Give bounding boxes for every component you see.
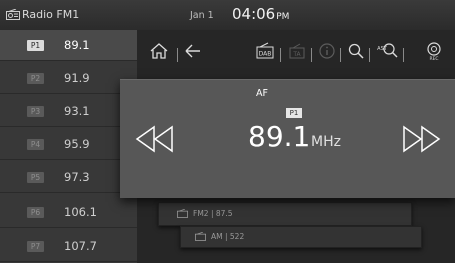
preset-item-p1[interactable]: P1 89.1 xyxy=(0,30,137,61)
seek-back-icon[interactable] xyxy=(134,124,176,154)
clock: 04:06PM xyxy=(232,5,289,23)
preset-item-p6[interactable]: P6 106.1 xyxy=(0,197,137,228)
preset-frequency: 93.1 xyxy=(64,104,90,118)
dab-label: DAB xyxy=(259,51,272,58)
fm2-band-card[interactable]: FM2 | 87.5 xyxy=(158,202,412,226)
ta-label: TA xyxy=(292,51,301,58)
info-icon[interactable] xyxy=(318,42,336,60)
preset-item-p2[interactable]: P2 91.9 xyxy=(0,63,137,94)
preset-badge: P6 xyxy=(27,207,44,218)
record-icon[interactable]: REC xyxy=(425,42,443,62)
preset-badge: P1 xyxy=(27,40,44,51)
toolbar-separator xyxy=(340,48,341,62)
seek-forward-icon[interactable] xyxy=(400,124,442,154)
preset-frequency: 89.1 xyxy=(64,38,90,52)
preset-frequency: 91.9 xyxy=(64,71,90,85)
back-icon[interactable] xyxy=(183,42,203,60)
search-icon[interactable] xyxy=(347,42,365,60)
home-icon[interactable] xyxy=(149,42,169,60)
current-frequency: 89.1 xyxy=(248,120,311,153)
preset-badge: P7 xyxy=(27,241,44,252)
toolbar-separator xyxy=(311,48,312,62)
dab-icon[interactable]: DAB xyxy=(256,42,274,60)
time-label: 04:06 xyxy=(232,5,276,23)
autostore-icon[interactable]: AST xyxy=(376,42,398,60)
am-band-label: AM | 522 xyxy=(211,232,245,241)
ampm-label: PM xyxy=(276,12,290,22)
fm2-band-label: FM2 | 87.5 xyxy=(193,209,233,218)
preset-item-p7[interactable]: P7 107.7 xyxy=(0,231,137,262)
frequency-unit: MHz xyxy=(311,134,341,150)
am-band-card[interactable]: AM | 522 xyxy=(180,226,422,248)
toolbar-separator xyxy=(177,48,178,62)
preset-item-p5[interactable]: P5 97.3 xyxy=(0,162,137,193)
preset-badge: P2 xyxy=(27,73,44,84)
preset-item-p3[interactable]: P3 93.1 xyxy=(0,96,137,127)
preset-item-p4[interactable]: P4 95.9 xyxy=(0,129,137,160)
app-title: Radio FM1 xyxy=(22,8,80,21)
preset-frequency: 107.7 xyxy=(64,239,97,253)
radio-icon xyxy=(6,9,20,20)
toolbar-separator xyxy=(403,48,404,62)
toolbar-separator xyxy=(280,48,281,62)
af-indicator: AF xyxy=(256,88,268,99)
current-preset-badge: P1 xyxy=(286,108,302,118)
status-bar: Radio FM1 Jan 1 04:06PM xyxy=(0,0,455,31)
preset-badge: P5 xyxy=(27,172,44,183)
ta-icon[interactable]: TA xyxy=(288,42,306,60)
preset-badge: P4 xyxy=(27,139,44,150)
radio-icon xyxy=(195,232,206,241)
radio-icon xyxy=(177,209,188,218)
rec-label: REC xyxy=(429,56,438,62)
toolbar-separator xyxy=(369,48,370,62)
preset-frequency: 106.1 xyxy=(64,205,97,219)
date-label: Jan 1 xyxy=(190,10,214,21)
preset-list: P1 89.1 P2 91.9 P3 93.1 P4 95.9 P5 97.3 … xyxy=(0,30,137,263)
preset-frequency: 97.3 xyxy=(64,170,90,184)
now-playing-panel: AF P1 89.1 MHz xyxy=(120,79,455,198)
preset-badge: P3 xyxy=(27,106,44,117)
preset-frequency: 95.9 xyxy=(64,137,90,151)
ast-label: AST xyxy=(377,46,388,52)
